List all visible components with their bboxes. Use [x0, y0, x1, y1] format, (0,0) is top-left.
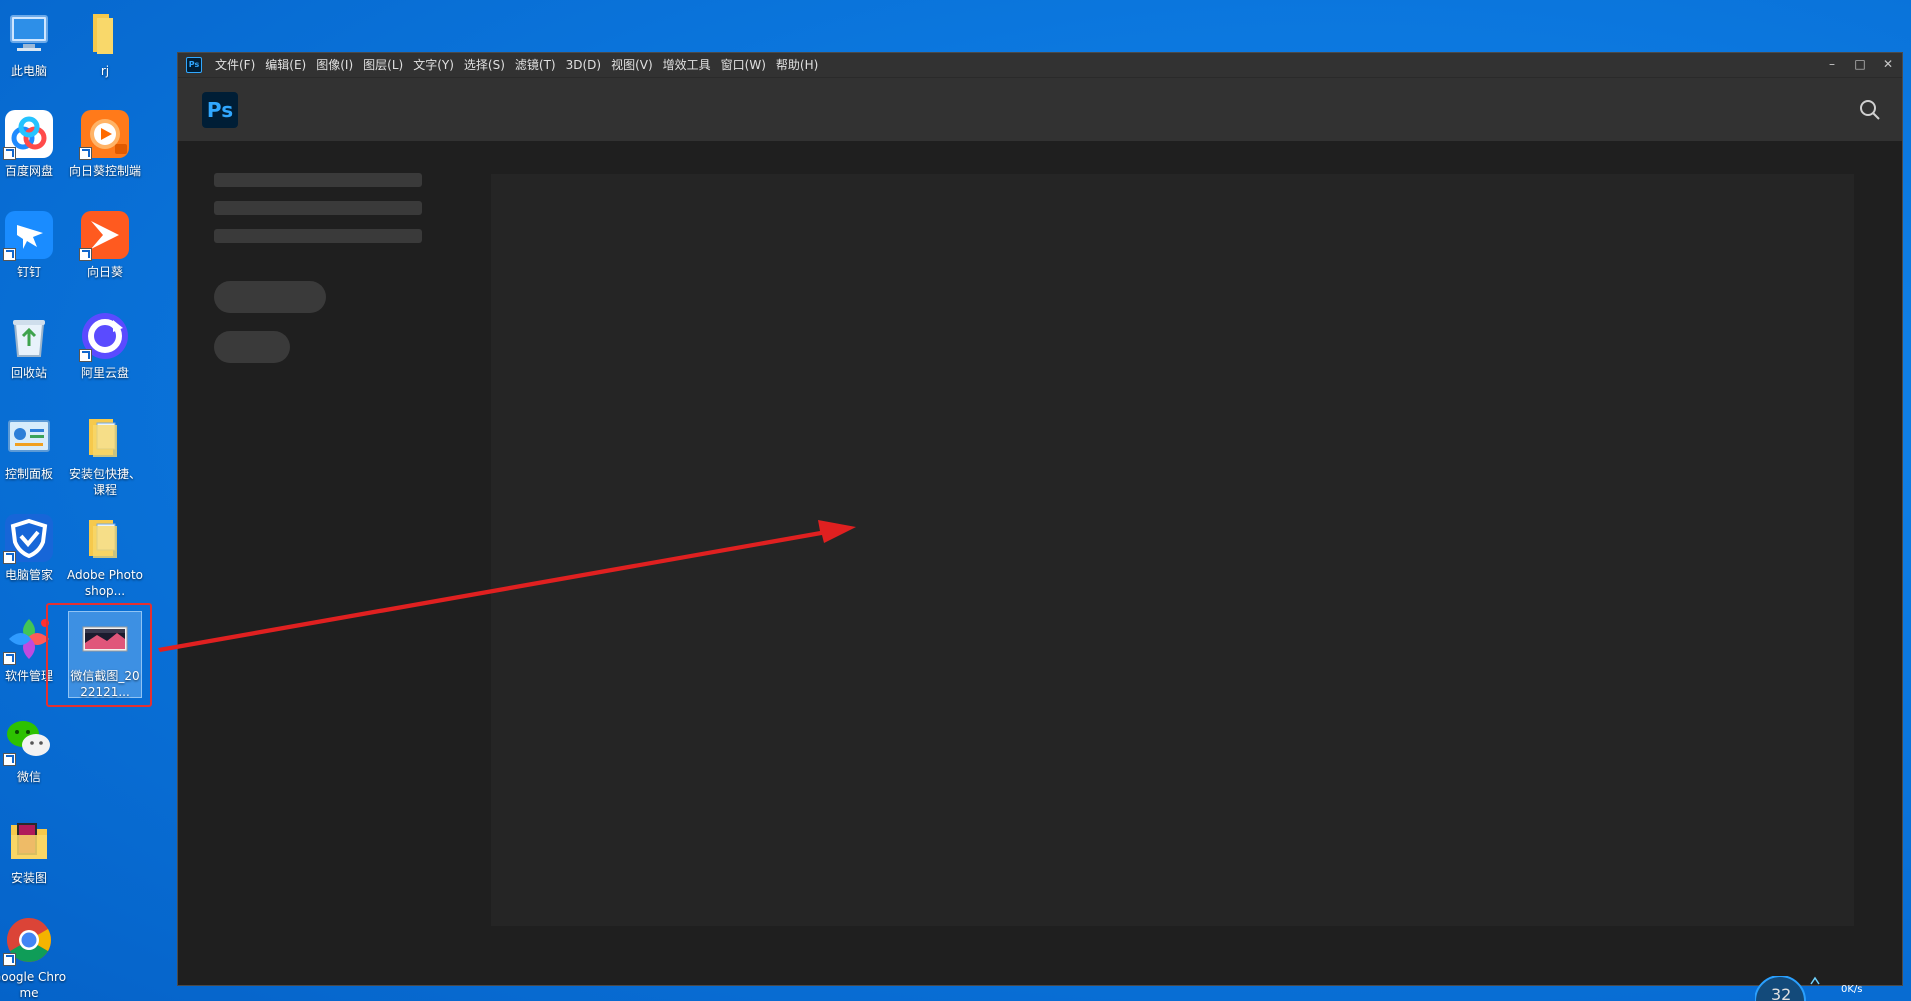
shortcut-arrow-icon [79, 147, 92, 160]
network-speed-text: 0K/s [1841, 984, 1863, 995]
desktop-icon-label: 钉钉 [16, 265, 41, 279]
folder-icon [79, 8, 131, 60]
loading-placeholder-button [214, 331, 290, 363]
chrome-icon [3, 914, 55, 966]
menu-help[interactable]: 帮助(H) [771, 53, 823, 77]
desktop-icon-label: 安装包快捷、课程 [68, 467, 141, 497]
recycle-bin-icon [3, 310, 55, 362]
desktop-icon-google-chrome[interactable]: Google Chrome [0, 914, 67, 1001]
shortcut-arrow-icon [3, 248, 16, 261]
control-panel-icon [3, 411, 55, 463]
desktop-icon-sunlogin[interactable]: 向日葵 [67, 209, 143, 280]
desktop-icon-label: 电脑管家 [4, 568, 53, 582]
maximize-button[interactable]: □ [1846, 53, 1874, 77]
loading-placeholder-line [214, 173, 422, 187]
desktop-icon-adobe-photoshop[interactable]: Adobe Photoshop... [67, 512, 143, 599]
folder-icon [79, 411, 131, 463]
aliyun-drive-icon [79, 310, 131, 362]
desktop-icon-sunlogin-control[interactable]: 向日葵控制端 [67, 108, 143, 179]
wechat-icon [3, 714, 55, 766]
menu-select[interactable]: 选择(S) [459, 53, 510, 77]
loading-content-panel [491, 174, 1854, 926]
window-controls: – □ ✕ [1818, 53, 1902, 77]
desktop-icon-label: 回收站 [10, 366, 47, 380]
desktop-icon-this-pc[interactable]: 此电脑 [0, 8, 67, 79]
desktop-icon-label: Adobe Photoshop... [67, 568, 144, 598]
desktop-icon-dingtalk[interactable]: 钉钉 [0, 209, 67, 280]
red-annotation-box [46, 603, 152, 707]
shield-icon [3, 512, 55, 564]
desktop-icon-label: Google Chrome [0, 970, 67, 1000]
loading-placeholder-line [214, 201, 422, 215]
shortcut-arrow-icon [3, 953, 16, 966]
loading-placeholder-line [214, 229, 422, 243]
desktop-icon-label: 百度网盘 [4, 164, 53, 178]
desktop-icon-control-panel[interactable]: 控制面板 [0, 411, 67, 482]
home-header: Ps [178, 77, 1902, 141]
menu-3d[interactable]: 3D(D) [561, 53, 606, 77]
desktop-icon-wechat[interactable]: 微信 [0, 714, 67, 785]
folder-icon [3, 815, 55, 867]
menu-edit[interactable]: 编辑(E) [260, 53, 311, 77]
dingtalk-icon [3, 209, 55, 261]
home-screen-loading [178, 141, 1902, 985]
menu-plugins[interactable]: 增效工具 [658, 53, 716, 77]
desktop-icon-baidu-netdisk[interactable]: 百度网盘 [0, 108, 67, 179]
menu-window[interactable]: 窗口(W) [716, 53, 771, 77]
loading-placeholder-button [214, 281, 326, 313]
desktop-icon-label: 控制面板 [4, 467, 53, 481]
close-button[interactable]: ✕ [1874, 53, 1902, 77]
desktop-icon-label: 安装图 [10, 871, 47, 885]
menu-bar: Ps 文件(F) 编辑(E) 图像(I) 图层(L) 文字(Y) 选择(S) 滤… [178, 53, 1902, 77]
desktop-icon-install-packages[interactable]: 安装包快捷、课程 [67, 411, 143, 498]
network-gauge-value: 32 [1771, 985, 1792, 1001]
folder-icon [79, 512, 131, 564]
shortcut-arrow-icon [79, 349, 92, 362]
desktop-icon-label: 向日葵控制端 [68, 164, 141, 178]
computer-icon [3, 8, 55, 60]
shortcut-arrow-icon [3, 652, 16, 665]
shortcut-arrow-icon [3, 753, 16, 766]
minimize-button[interactable]: – [1818, 53, 1846, 77]
desktop-icon-label: 微信 [16, 770, 41, 784]
menu-filter[interactable]: 滤镜(T) [510, 53, 561, 77]
desktop-icon-label: 此电脑 [10, 64, 47, 78]
sunlogin-icon [79, 209, 131, 261]
shortcut-arrow-icon [79, 248, 92, 261]
menu-type[interactable]: 文字(Y) [408, 53, 459, 77]
shortcut-arrow-icon [3, 551, 16, 564]
shortcut-arrow-icon [3, 147, 16, 160]
desktop-icon-label: rj [100, 64, 110, 78]
desktop-icon-rj-folder[interactable]: rj [67, 8, 143, 79]
desktop-icon-recycle-bin[interactable]: 回收站 [0, 310, 67, 381]
search-icon[interactable] [1858, 98, 1882, 122]
network-speed-widget[interactable]: 32 0K/s [1754, 975, 1911, 1001]
photoshop-window: Ps 文件(F) 编辑(E) 图像(I) 图层(L) 文字(Y) 选择(S) 滤… [177, 52, 1903, 986]
desktop-icon-label: 阿里云盘 [80, 366, 129, 380]
photoshop-logo[interactable]: Ps [202, 92, 238, 128]
sunlogin-control-icon [79, 108, 131, 160]
photoshop-app-icon[interactable]: Ps [186, 57, 202, 73]
desktop-icon-aliyun-drive[interactable]: 阿里云盘 [67, 310, 143, 381]
menu-layer[interactable]: 图层(L) [358, 53, 408, 77]
desktop-icon-label: 向日葵 [86, 265, 123, 279]
menu-view[interactable]: 视图(V) [606, 53, 658, 77]
desktop-icon-install-images[interactable]: 安装图 [0, 815, 67, 886]
desktop-icon-pc-manager[interactable]: 电脑管家 [0, 512, 67, 583]
windows-desktop: 此电脑 百度网盘 钉钉 回收站 控制面板 电脑管家 软件管理 微信 安装图 oo… [0, 0, 1911, 1001]
menu-image[interactable]: 图像(I) [311, 53, 358, 77]
baidu-netdisk-icon [3, 108, 55, 160]
menu-file[interactable]: 文件(F) [210, 53, 260, 77]
